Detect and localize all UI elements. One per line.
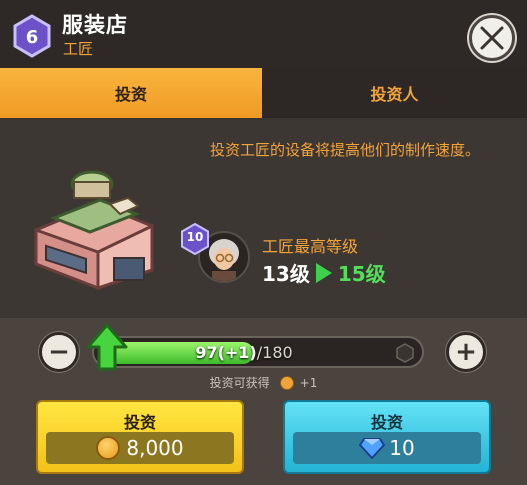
tab-investors[interactable]: 投资人 [262, 68, 527, 118]
gain-label: 投资可获得 [209, 376, 270, 390]
tab-bar: 投资 投资人 [0, 68, 527, 118]
gold-coin-icon [96, 436, 121, 460]
header: 6 服装店 工匠 [0, 0, 527, 68]
invest-gem-button[interactable]: 投资 10 [283, 400, 491, 474]
gem-cost: 10 [293, 432, 481, 464]
progress-max: /180 [256, 343, 293, 362]
level-badge-value: 6 [26, 27, 39, 48]
content-area: 投资工匠的设备将提高他们的制作速度。 10 工匠最高等级 13级 15级 [0, 120, 527, 318]
investment-progress-bar: 97(+1)/180 [92, 336, 424, 368]
next-level: 15级 [337, 262, 386, 286]
current-level: 13级 [262, 262, 310, 286]
description-text: 投资工匠的设备将提高他们的制作速度。 [209, 141, 480, 159]
increase-button[interactable]: + [446, 332, 486, 372]
shop-panel: 6 服装店 工匠 投资 投资人 投资工匠的设备将提高他们的制作速度。 10 工匠… [0, 0, 527, 485]
page-title: 服装店 [62, 13, 128, 37]
close-button[interactable] [469, 15, 515, 61]
arrow-up-icon [86, 323, 128, 371]
craftsman-portrait: 10 [180, 223, 252, 287]
plus-icon: + [455, 337, 477, 367]
gain-info: 投资可获得 +1 [0, 374, 527, 391]
invest-gem-label: 投资 [370, 413, 403, 432]
coin-icon [279, 375, 294, 390]
craftsman-level: 10 [186, 230, 204, 244]
progress-bonus: (+1) [217, 343, 257, 362]
gem-cost-value: 10 [389, 436, 415, 460]
invest-gold-button[interactable]: 投资 8,000 [36, 400, 244, 474]
level-upgrade-row: 13级 15级 [262, 258, 386, 287]
minus-icon: − [48, 337, 70, 367]
arrow-right-icon [315, 262, 332, 283]
invest-gold-label: 投资 [123, 413, 156, 432]
level-badge-icon: 6 [13, 14, 51, 58]
milestone-hex-icon [396, 343, 414, 363]
max-level-label: 工匠最高等级 [262, 237, 359, 256]
progress-text: 97(+1)/180 [94, 343, 394, 362]
page-subtitle: 工匠 [63, 40, 94, 58]
gold-cost: 8,000 [46, 432, 234, 464]
gain-value: +1 [299, 375, 318, 390]
close-icon [480, 26, 504, 50]
progress-current: 97 [195, 343, 218, 362]
gem-icon [359, 438, 386, 459]
tab-invest[interactable]: 投资 [0, 68, 262, 118]
decrease-button[interactable]: − [39, 332, 79, 372]
clothing-shop-building-icon [34, 170, 154, 290]
gold-cost-value: 8,000 [126, 436, 184, 460]
invest-footer: − 97(+1)/180 + 投资可获得 +1 投资 8,000 投资 10 [0, 318, 527, 485]
